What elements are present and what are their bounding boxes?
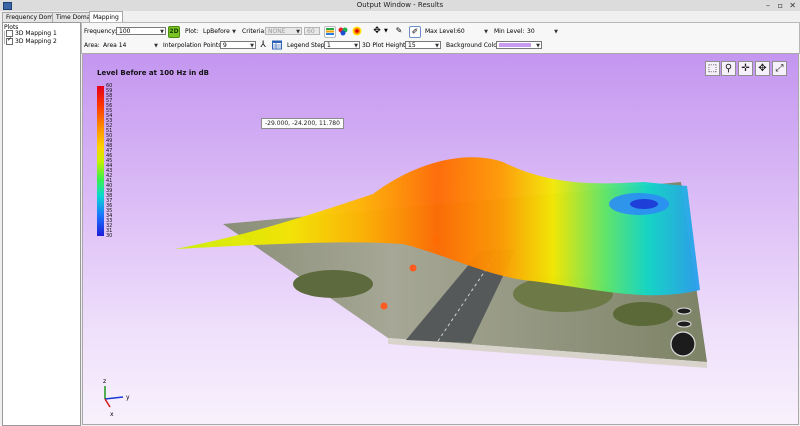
- chevron-down-icon: ▼: [536, 43, 540, 49]
- color-layers-icon[interactable]: [324, 26, 336, 38]
- move-view-icon[interactable]: ✥: [372, 26, 382, 36]
- color-layers-icon: [326, 28, 334, 35]
- plot-label: Plot:: [185, 28, 199, 35]
- edit-pen-icon[interactable]: ✐: [409, 26, 421, 38]
- criteria-label: Criteria:: [242, 28, 267, 35]
- close-button[interactable]: ✕: [789, 1, 796, 10]
- rotate-icon[interactable]: ✥: [755, 61, 770, 76]
- plots-panel: [2, 22, 81, 426]
- chevron-down-icon: ▼: [296, 29, 300, 35]
- plot-height-label: 3D Plot Height:: [362, 42, 408, 49]
- 2d-view-button[interactable]: 2D: [168, 26, 180, 38]
- criteria-number[interactable]: 60: [304, 27, 320, 35]
- x-axis-label: x: [110, 411, 114, 418]
- interpolation-value: 9: [223, 42, 227, 49]
- z-axis-label: z: [103, 378, 106, 385]
- x-axis: [104, 398, 111, 408]
- min-level-value: 30: [527, 28, 535, 35]
- window-title: Output Window - Results: [356, 1, 444, 9]
- area-select[interactable]: Area 14 ▼: [100, 41, 160, 49]
- zoom-icon[interactable]: ⚲: [721, 61, 736, 76]
- vegetation-patch: [293, 270, 373, 298]
- chevron-down-icon: ▼: [354, 43, 358, 49]
- fit-view-icon[interactable]: ⤢: [772, 61, 787, 76]
- zoom-box-icon[interactable]: ⬚: [705, 61, 720, 76]
- area-value: Area 14: [103, 42, 127, 49]
- legend-step-select[interactable]: 1 ▼: [324, 41, 360, 49]
- plot-height-select[interactable]: 15 ▼: [405, 41, 441, 49]
- vegetation-patch: [613, 302, 673, 326]
- plot-2-checkbox[interactable]: [6, 36, 13, 45]
- min-level-label: Min Level:: [494, 28, 525, 35]
- contour-icon[interactable]: [352, 26, 362, 36]
- 3d-surface-scene: z y x: [103, 157, 707, 418]
- chevron-down-icon: ▼: [250, 43, 254, 49]
- compass-control[interactable]: [670, 331, 696, 357]
- lowest-level-zone: [630, 199, 658, 209]
- max-level-label: Max Level:: [425, 28, 458, 35]
- background-color-swatch: [499, 43, 531, 47]
- y-axis-label: y: [126, 394, 130, 401]
- plot-item-3d-mapping-1[interactable]: 3D Mapping 1: [6, 30, 57, 38]
- chevron-down-icon: ▼: [160, 29, 164, 35]
- background-color-label: Background Color:: [446, 42, 502, 49]
- interpolation-select[interactable]: 9 ▼: [220, 41, 256, 49]
- criteria-value: NONE: [268, 28, 286, 35]
- 3d-map-viewport[interactable]: z y x Level Before at 100 Hz in dB 60 59 5…: [82, 53, 799, 425]
- axes-icon[interactable]: ⅄: [258, 40, 268, 50]
- legend-step-label: Legend Step:: [287, 42, 327, 49]
- plot-item-label: 3D Mapping 1: [15, 30, 57, 37]
- max-level-select[interactable]: 60 ▼: [454, 27, 490, 35]
- max-level-value: 60: [457, 28, 465, 35]
- frequency-value: 100: [119, 28, 131, 35]
- interpolation-label: Interpolation Points:: [163, 42, 224, 49]
- palette-icon[interactable]: [338, 26, 348, 36]
- maximize-button[interactable]: ▫: [778, 1, 783, 10]
- chevron-down-icon: ▼: [232, 29, 236, 35]
- palette-icon: [338, 27, 348, 36]
- background-color-select[interactable]: ▼: [496, 41, 542, 49]
- tree-line: [4, 31, 5, 44]
- frequency-select[interactable]: 100 ▼: [116, 27, 166, 35]
- criteria-select[interactable]: NONE ▼: [265, 27, 302, 35]
- plot-select[interactable]: LpBefore ▼: [200, 27, 238, 35]
- chevron-down-icon: ▼: [384, 28, 388, 34]
- min-level-select[interactable]: 30 ▼: [524, 27, 560, 35]
- legend-color-bar: [97, 86, 104, 236]
- plot-height-value: 15: [408, 42, 416, 49]
- coordinate-tooltip: -29.000, -24.200, 11.780: [261, 118, 344, 129]
- chevron-down-icon: ▼: [435, 43, 439, 49]
- plot-value: LpBefore: [203, 28, 230, 35]
- chevron-down-icon: ▼: [154, 43, 158, 49]
- source-marker[interactable]: [380, 302, 388, 310]
- table-icon[interactable]: [272, 40, 282, 50]
- legend-step-value: 1: [327, 42, 331, 49]
- minimize-button[interactable]: –: [766, 1, 770, 10]
- chevron-down-icon: ▼: [554, 29, 558, 35]
- zoom-control[interactable]: [676, 307, 692, 315]
- tilt-control[interactable]: [676, 320, 692, 328]
- eraser-icon[interactable]: ✎: [394, 26, 404, 36]
- frequency-label: Frequency:: [84, 28, 117, 35]
- contour-icon: [352, 26, 362, 36]
- chevron-down-icon: ▼: [484, 29, 488, 35]
- pan-icon[interactable]: ✛: [738, 61, 753, 76]
- table-icon: [272, 40, 282, 50]
- plot-item-label: 3D Mapping 2: [15, 38, 57, 45]
- area-label: Area:: [84, 42, 100, 49]
- legend-title: Level Before at 100 Hz in dB: [97, 69, 210, 77]
- criteria-number-value: 60: [307, 28, 315, 35]
- y-axis: [104, 396, 124, 400]
- source-marker[interactable]: [409, 264, 417, 272]
- legend-tick-label: 30: [106, 233, 113, 239]
- plot-item-3d-mapping-2[interactable]: 3D Mapping 2: [6, 36, 57, 46]
